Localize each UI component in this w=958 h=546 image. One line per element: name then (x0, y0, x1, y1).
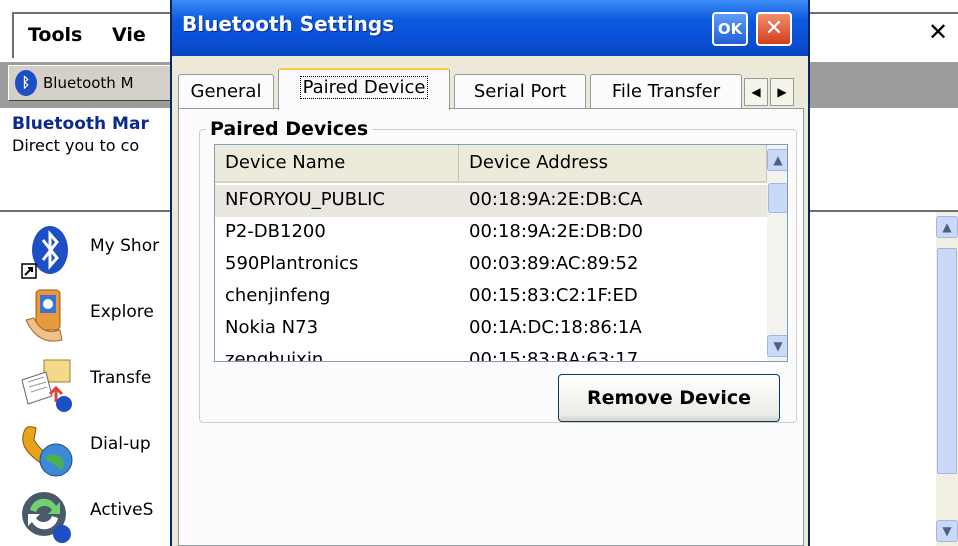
app-close-button[interactable]: ✕ (918, 8, 958, 56)
table-row[interactable]: P2-DB1200 00:18:9A:2E:DB:D0 (215, 217, 767, 249)
taskbar-bluetooth-manager-button[interactable]: ᛒ Bluetooth M (8, 65, 174, 101)
table-row[interactable]: Nokia N73 00:1A:DC:18:86:1A (215, 313, 767, 345)
explore-device-icon (25, 289, 63, 342)
app-header-title: Bluetooth Mar (12, 114, 149, 134)
file-transfer-icon (21, 359, 72, 412)
paired-devices-group: Paired Devices Device Name Device Addres… (199, 118, 797, 423)
app-header-subtitle: Direct you to co (12, 136, 140, 155)
shortcut-explore[interactable]: Explore (10, 282, 180, 348)
list-scrollbar[interactable]: ▲ ▼ (767, 145, 787, 361)
shortcut-label: Transfe (90, 368, 152, 388)
menu-tools[interactable]: Tools (28, 24, 82, 46)
chevron-up-icon[interactable]: ▲ (936, 216, 958, 238)
menu-view[interactable]: Vie (112, 24, 146, 46)
scrollbar-thumb[interactable] (937, 248, 957, 474)
paired-device-page: Paired Devices Device Name Device Addres… (178, 108, 804, 546)
device-name: chenjinfeng (225, 285, 331, 306)
device-address: 00:1A:DC:18:86:1A (469, 317, 642, 338)
shortcut-my-shortcuts[interactable]: My Shor (10, 216, 180, 282)
shortcut-activesync[interactable]: ActiveS (10, 480, 180, 546)
table-row[interactable]: chenjinfeng 00:15:83:C2:1F:ED (215, 281, 767, 313)
device-address: 00:15:83:BA:63:17 (469, 349, 639, 362)
chevron-right-icon[interactable]: ▶ (770, 78, 794, 106)
tab-file-transfer[interactable]: File Transfer (590, 74, 742, 110)
table-row[interactable]: NFORYOU_PUBLIC 00:18:9A:2E:DB:CA (215, 185, 767, 217)
tab-paired-device[interactable]: Paired Device (278, 68, 450, 110)
chevron-up-icon[interactable]: ▲ (767, 149, 787, 171)
table-row[interactable]: 590Plantronics 00:03:89:AC:89:52 (215, 249, 767, 281)
shortcut-label: Dial-up (90, 434, 151, 454)
tab-serial-port[interactable]: Serial Port (454, 74, 586, 110)
device-name: 590Plantronics (225, 253, 359, 274)
dial-up-icon (22, 426, 73, 477)
device-address: 00:03:89:AC:89:52 (469, 253, 639, 274)
bluetooth-shortcut-icon (21, 226, 68, 279)
table-row[interactable]: zenghuixin 00:15:83:BA:63:17 (215, 345, 767, 362)
column-device-address[interactable]: Device Address (459, 145, 767, 181)
dialog-titlebar[interactable]: Bluetooth Settings OK ✕ (172, 0, 808, 56)
device-name: zenghuixin (225, 349, 324, 362)
device-address: 00:18:9A:2E:DB:CA (469, 189, 643, 210)
tab-strip: General Paired Device Serial Port File T… (178, 66, 806, 110)
device-name: P2-DB1200 (225, 221, 326, 242)
remove-device-button[interactable]: Remove Device (558, 374, 780, 422)
activesync-icon (22, 492, 71, 543)
chevron-left-icon[interactable]: ◀ (744, 78, 768, 106)
device-name: NFORYOU_PUBLIC (225, 189, 385, 210)
shortcut-list: My Shor Explore Transfe Dial-up ActiveS (0, 212, 170, 546)
shortcut-label: My Shor (90, 236, 160, 256)
shortcut-transfer[interactable]: Transfe (10, 348, 180, 414)
device-address: 00:18:9A:2E:DB:D0 (469, 221, 643, 242)
bluetooth-settings-dialog: Bluetooth Settings OK ✕ General Paired D… (170, 0, 810, 546)
device-address: 00:15:83:C2:1F:ED (469, 285, 638, 306)
close-button[interactable]: ✕ (756, 12, 792, 46)
shortcut-dial-up[interactable]: Dial-up (10, 414, 180, 480)
shortcut-label: Explore (90, 302, 154, 322)
taskbar-button-label: Bluetooth M (43, 74, 134, 92)
main-scrollbar[interactable]: ▲ ▼ (936, 212, 958, 546)
dialog-title: Bluetooth Settings (182, 12, 395, 36)
device-name: Nokia N73 (225, 317, 319, 338)
group-title: Paired Devices (206, 118, 373, 140)
bluetooth-icon: ᛒ (15, 70, 37, 96)
ok-button[interactable]: OK (712, 12, 748, 46)
chevron-down-icon[interactable]: ▼ (936, 520, 958, 542)
list-scrollbar-thumb[interactable] (768, 183, 787, 213)
shortcut-label: ActiveS (90, 500, 154, 520)
chevron-down-icon[interactable]: ▼ (767, 335, 787, 357)
list-header: Device Name Device Address (215, 145, 767, 183)
column-device-name[interactable]: Device Name (215, 145, 459, 181)
tab-general[interactable]: General (178, 74, 274, 110)
paired-device-list[interactable]: Device Name Device Address NFORYOU_PUBLI… (214, 144, 788, 362)
